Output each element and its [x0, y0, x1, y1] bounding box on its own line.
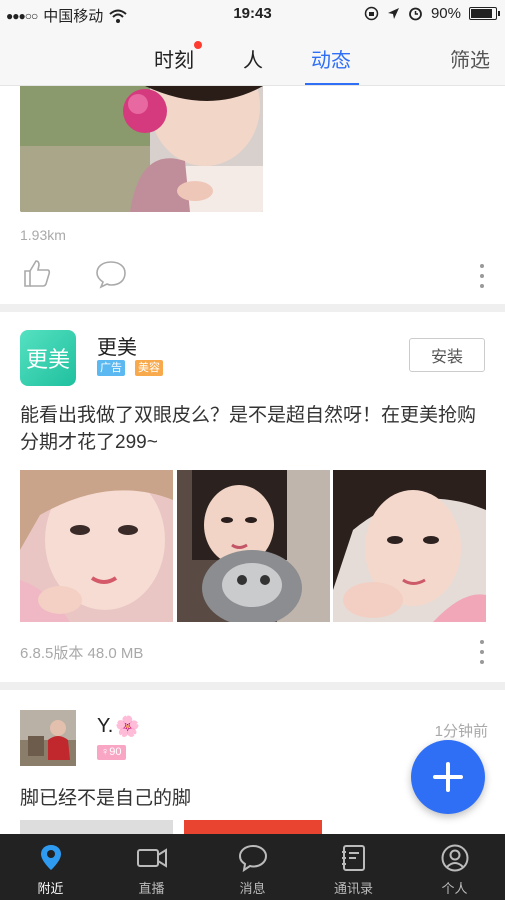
ad-text: 能看出我做了双眼皮么？是不是超自然呀！在更美抢购分期才花了299~ — [20, 405, 477, 453]
tab-nearby[interactable]: 附近 — [0, 834, 101, 900]
filter-button[interactable]: 筛选 — [450, 44, 490, 73]
orientation-lock-icon — [364, 6, 379, 21]
app-logo-text: 更美 — [25, 347, 70, 372]
user-name-text: Y. — [97, 715, 114, 737]
active-tab-indicator — [305, 83, 359, 85]
tab-feed[interactable]: 动态 — [311, 44, 351, 73]
contacts-book-icon — [341, 845, 365, 871]
comment-icon[interactable] — [95, 259, 127, 289]
post-photo[interactable] — [184, 820, 322, 834]
more-options-icon[interactable] — [479, 640, 485, 664]
create-post-button[interactable] — [411, 740, 485, 814]
status-bar: ●●●○○ 中国移动 19:43 90% — [0, 0, 505, 28]
location-pin-icon — [40, 845, 61, 870]
notification-dot — [194, 41, 202, 49]
divider — [0, 682, 505, 690]
app-name[interactable]: 更美 — [97, 331, 137, 360]
battery-icon — [469, 7, 500, 20]
app-version-info: 6.8.5版本 48.0 MB — [20, 645, 144, 662]
more-options-icon[interactable] — [479, 264, 485, 288]
avatar[interactable] — [20, 710, 76, 766]
tab-live[interactable]: 直播 — [101, 834, 202, 900]
location-arrow-icon — [387, 8, 399, 19]
post-photo[interactable] — [20, 820, 173, 834]
distance-label: 1.93km — [20, 227, 66, 243]
video-camera-icon — [136, 848, 167, 868]
gender-level-badge: ♀90 — [97, 745, 126, 760]
tab-contacts[interactable]: 通讯录 — [303, 834, 404, 900]
install-button[interactable]: 安装 — [409, 338, 485, 372]
user-name[interactable]: Y. 🌸 — [97, 714, 140, 739]
app-logo[interactable]: 更美 — [20, 330, 76, 386]
battery-level — [471, 9, 493, 18]
bottom-tab-bar: 附近 直播 消息 通讯录 个人 — [0, 834, 505, 900]
tab-messages[interactable]: 消息 — [202, 834, 303, 900]
tab-profile-label: 个人 — [441, 881, 468, 896]
ad-photo[interactable] — [20, 470, 173, 622]
tab-nearby-label: 附近 — [37, 881, 64, 896]
post-text: 脚已经不是自己的脚 — [20, 788, 192, 809]
tab-moments[interactable]: 时刻 — [154, 44, 194, 73]
like-icon[interactable] — [22, 258, 52, 288]
ad-badge: 广告 — [97, 360, 125, 376]
feed-list[interactable]: 1.93km 更美 更美 广告 美容 安装 能看出我做了双眼皮么？是不是超自然呀… — [0, 86, 505, 834]
tab-people[interactable]: 人 — [243, 44, 263, 73]
divider — [0, 304, 505, 312]
flower-emoji: 🌸 — [115, 716, 141, 738]
alarm-icon — [409, 7, 422, 21]
chat-bubble-icon — [238, 844, 267, 872]
tab-contacts-label: 通讯录 — [333, 881, 373, 896]
ad-photo[interactable] — [333, 470, 486, 622]
post-time: 1分钟前 — [434, 723, 488, 740]
top-navigation: 时刻 人 动态 筛选 — [0, 28, 505, 86]
tab-messages-label: 消息 — [239, 881, 266, 896]
battery-percent: 90% — [430, 5, 461, 22]
ad-photo[interactable] — [177, 470, 330, 622]
tab-profile[interactable]: 个人 — [404, 834, 505, 900]
post-photo[interactable] — [20, 86, 263, 212]
plus-icon — [433, 762, 463, 792]
profile-icon — [441, 844, 468, 872]
category-badge: 美容 — [135, 360, 163, 376]
tab-live-label: 直播 — [138, 881, 165, 896]
